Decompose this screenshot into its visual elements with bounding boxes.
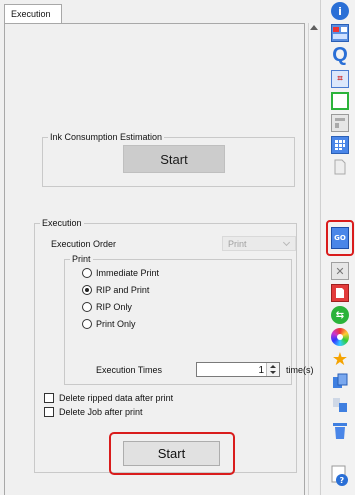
print-only-radio[interactable] <box>82 319 92 329</box>
execution-times-label: Execution Times <box>96 365 163 375</box>
ink-estimation-legend: Ink Consumption Estimation <box>48 132 165 142</box>
tab-strip: Execution <box>0 0 319 24</box>
rip-and-print-radio[interactable] <box>82 285 92 295</box>
right-toolbar: i Q ⌗ GO ✕ ⇆ ★ ? <box>320 0 355 495</box>
info-icon[interactable]: i <box>331 2 349 20</box>
color-wheel-icon[interactable] <box>331 328 349 346</box>
execution-start-button[interactable]: Start <box>123 441 220 466</box>
delete-job-checkbox[interactable] <box>44 407 54 417</box>
execution-order-label: Execution Order <box>51 239 117 249</box>
chevron-down-icon <box>282 238 291 247</box>
execution-legend: Execution <box>40 218 84 228</box>
color-replace-icon[interactable]: ✕ <box>331 262 349 280</box>
layout-icon[interactable] <box>331 114 349 132</box>
immediate-print-radio[interactable] <box>82 268 92 278</box>
main-area: Execution Ink Consumption Estimation Sta… <box>0 0 319 495</box>
rip-only-radio[interactable] <box>82 302 92 312</box>
favorite-star-icon[interactable]: ★ <box>331 349 349 370</box>
rip-only-label: RIP Only <box>96 302 132 312</box>
copy-icon[interactable] <box>331 372 349 390</box>
crop-icon[interactable]: ⌗ <box>331 70 349 88</box>
execution-times-stepper[interactable]: 1 <box>196 362 280 377</box>
execution-times-value: 1 <box>258 365 264 376</box>
execution-order-value: Print <box>228 239 247 249</box>
tile-icon[interactable] <box>331 136 349 154</box>
print-only-label: Print Only <box>96 319 136 329</box>
svg-text:?: ? <box>340 476 345 485</box>
document-icon[interactable] <box>331 158 349 176</box>
delete-job-label: Delete Job after print <box>59 407 143 417</box>
execution-times-spin-buttons[interactable] <box>266 363 279 376</box>
trash-icon[interactable] <box>331 422 349 440</box>
scroll-up-arrow-icon[interactable] <box>310 25 318 30</box>
move-icon[interactable] <box>331 396 349 414</box>
print-legend: Print <box>70 254 93 264</box>
execution-order-select[interactable]: Print <box>222 236 296 251</box>
execution-icon[interactable]: GO <box>331 227 349 249</box>
step-repeat-icon[interactable]: ⇆ <box>331 306 349 324</box>
ink-estimation-start-button[interactable]: Start <box>123 145 225 173</box>
job-list-icon[interactable] <box>331 24 349 42</box>
rip-and-print-label: RIP and Print <box>96 285 150 295</box>
frame-icon[interactable] <box>331 92 349 110</box>
preview-icon[interactable]: Q <box>331 44 349 66</box>
spin-down-icon[interactable] <box>270 371 276 374</box>
help-icon[interactable]: ? <box>331 464 349 488</box>
tab-execution[interactable]: Execution <box>4 4 62 24</box>
delete-ripped-data-checkbox[interactable] <box>44 393 54 403</box>
spin-up-icon[interactable] <box>270 365 276 368</box>
vertical-scrollbar[interactable] <box>308 23 319 495</box>
execution-times-unit: time(s) <box>286 365 314 375</box>
correction-icon[interactable] <box>331 284 349 302</box>
delete-ripped-data-label: Delete ripped data after print <box>59 393 174 403</box>
immediate-print-label: Immediate Print <box>96 268 160 278</box>
